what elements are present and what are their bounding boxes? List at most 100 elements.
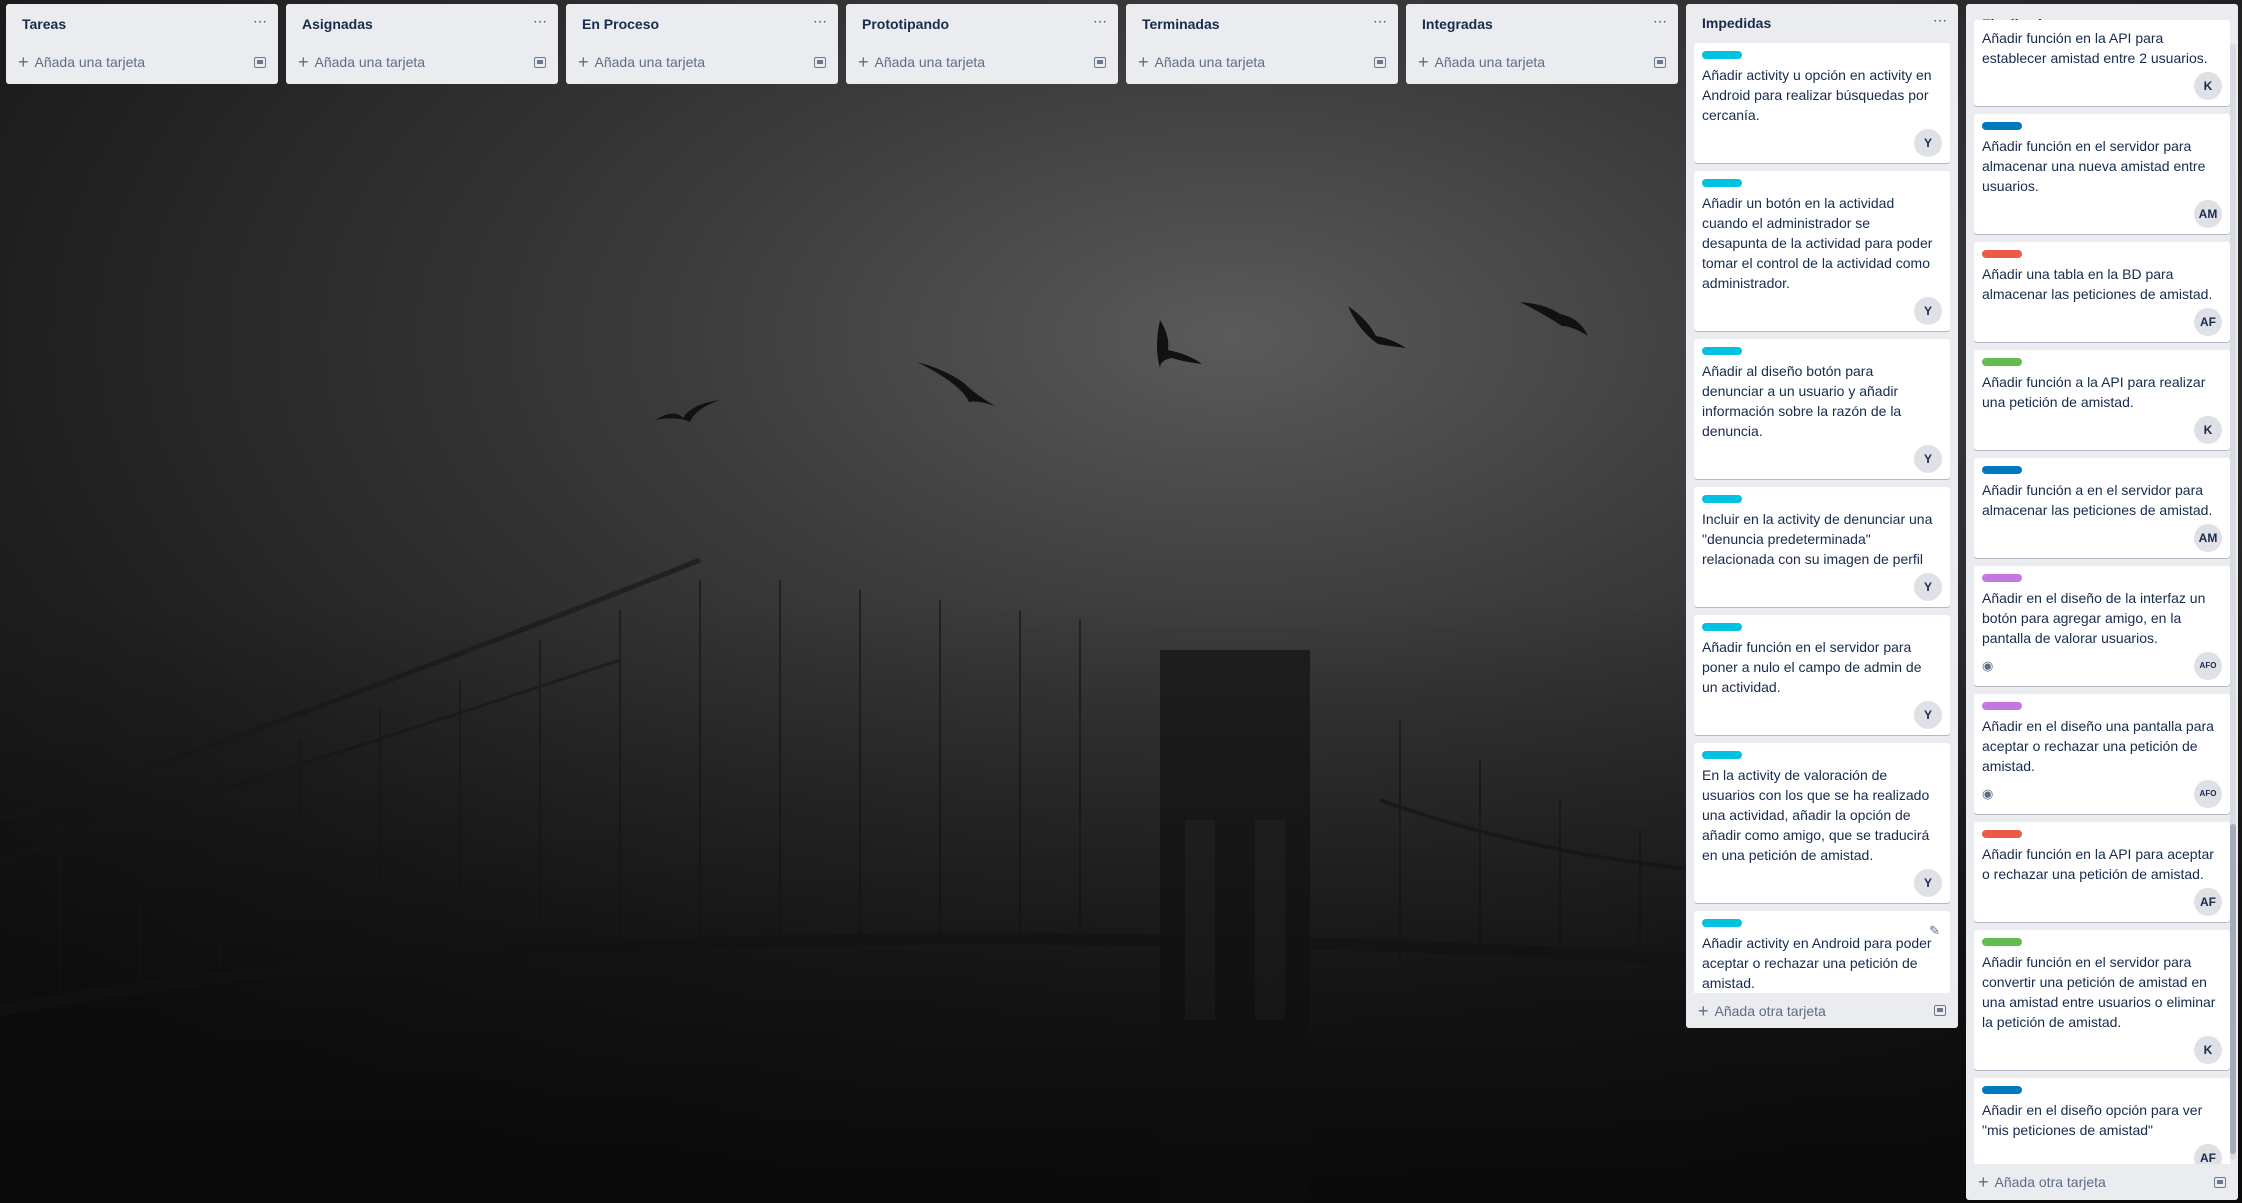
card-label[interactable] [1982, 701, 2022, 710]
member-avatar[interactable]: AFO [2194, 651, 2222, 680]
add-card-label: Añada otra tarjeta [1714, 1002, 1826, 1019]
ellipsis-icon[interactable]: ⋯ [1093, 14, 1108, 32]
add-card-button[interactable]: + Añada una tarjeta [1418, 53, 1545, 71]
add-card-button[interactable]: + Añada una tarjeta [18, 53, 145, 71]
list-impedidas[interactable]: Impedidas ⋯ Añadir activity u opción en ac… [1686, 4, 1958, 1028]
list-footer: + Añada otra tarjeta [1966, 1164, 2238, 1200]
member-avatar[interactable]: K [2194, 71, 2222, 100]
member-avatar[interactable]: Y [1914, 868, 1942, 897]
card-template-icon[interactable] [1374, 56, 1386, 68]
card[interactable]: En la activity de valoración de usuarios… [1694, 742, 1950, 903]
list-title[interactable]: Tareas [22, 16, 66, 32]
add-card-button[interactable]: + Añada otra tarjeta [1698, 1002, 1826, 1020]
card-label[interactable] [1982, 829, 2022, 838]
card-label[interactable] [1982, 357, 2022, 366]
list-asignadas[interactable]: Asignadas ⋯ + Añada una tarjeta [286, 4, 558, 84]
card-label[interactable] [1982, 465, 2022, 474]
list-title[interactable]: Prototipando [862, 16, 949, 32]
card[interactable]: Añadir función en el servidor para almac… [1974, 113, 2230, 234]
member-avatar[interactable]: AFO [2194, 779, 2222, 808]
member-avatar[interactable]: Y [1914, 700, 1942, 729]
list-footer: + Añada otra tarjeta [1686, 993, 1958, 1028]
card-title: Añadir función a en el servidor para alm… [1982, 481, 2213, 518]
card-label[interactable] [1982, 573, 2022, 582]
pencil-icon[interactable]: ✎ [1929, 923, 1940, 939]
card-label[interactable] [1702, 494, 1742, 503]
member-avatar[interactable]: Y [1914, 572, 1942, 601]
add-card-button[interactable]: + Añada una tarjeta [1138, 53, 1265, 71]
add-card-button[interactable]: + Añada una tarjeta [578, 53, 705, 71]
list-finalizadas[interactable]: Finalizadas⋯Añadir función en la API par… [1966, 4, 2238, 1200]
list-scrollbar[interactable] [2230, 44, 2236, 1160]
ellipsis-icon[interactable]: ⋯ [1933, 13, 1948, 31]
card-label[interactable] [1982, 937, 2022, 946]
ellipsis-icon[interactable]: ⋯ [1653, 14, 1668, 32]
card[interactable]: Añadir función a en el servidor para alm… [1974, 457, 2230, 558]
list-title[interactable]: Asignadas [302, 16, 373, 32]
card-template-icon[interactable] [814, 56, 826, 68]
card-title: Añadir en el diseño opción para ver "mis… [1982, 1101, 2203, 1138]
ellipsis-icon[interactable]: ⋯ [813, 14, 828, 32]
card[interactable]: Añadir función en la API para aceptar o … [1974, 821, 2230, 922]
card[interactable]: Añadir activity en Android para poder ac… [1694, 910, 1950, 994]
card-template-icon[interactable] [534, 56, 546, 68]
scrollbar-thumb[interactable] [2230, 824, 2236, 1154]
card-label[interactable] [1702, 622, 1742, 631]
card-template-icon[interactable] [1094, 56, 1106, 68]
member-avatar[interactable]: Y [1914, 444, 1942, 473]
card-badges: AM [1982, 199, 2222, 228]
list-integradas[interactable]: Integradas ⋯ + Añada una tarjeta [1406, 4, 1678, 84]
member-avatar[interactable]: K [2194, 1035, 2222, 1064]
card-label[interactable] [1702, 346, 1742, 355]
member-avatar[interactable]: AF [2194, 307, 2222, 336]
card-badges: Y [1702, 572, 1942, 601]
card-template-icon[interactable] [1654, 56, 1666, 68]
member-avatar[interactable]: AM [2194, 199, 2222, 228]
card[interactable]: Añadir en el diseño de la interfaz un bo… [1974, 565, 2230, 686]
add-card-button[interactable]: + Añada una tarjeta [858, 53, 985, 71]
card[interactable]: Añadir función a la API para realizar un… [1974, 349, 2230, 450]
member-avatar[interactable]: Y [1914, 128, 1942, 157]
card-badges: ◉ AFO [1982, 651, 2222, 680]
card[interactable]: Añadir función en la API para establecer… [1974, 19, 2230, 106]
member-avatar[interactable]: AF [2194, 887, 2222, 916]
list-terminadas[interactable]: Terminadas ⋯ + Añada una tarjeta [1126, 4, 1398, 84]
ellipsis-icon[interactable]: ⋯ [533, 14, 548, 32]
member-avatar[interactable]: AM [2194, 523, 2222, 552]
card-template-icon[interactable] [254, 56, 266, 68]
card-label[interactable] [1702, 50, 1742, 59]
list-tareas[interactable]: Tareas ⋯ + Añada una tarjeta [6, 4, 278, 84]
card-label[interactable] [1982, 121, 2022, 130]
card[interactable]: Añadir en el diseño opción para ver "mis… [1974, 1077, 2230, 1165]
card[interactable]: Añadir función en el servidor para poner… [1694, 614, 1950, 735]
card-badges: Y [1702, 868, 1942, 897]
list-title[interactable]: Integradas [1422, 16, 1493, 32]
list-en-proceso[interactable]: En Proceso ⋯ + Añada una tarjeta [566, 4, 838, 84]
list-title[interactable]: Terminadas [1142, 16, 1220, 32]
card-label[interactable] [1702, 750, 1742, 759]
card[interactable]: Incluir en la activity de denunciar una … [1694, 486, 1950, 607]
card[interactable]: Añadir activity u opción en activity en … [1694, 42, 1950, 163]
add-card-button[interactable]: + Añada una tarjeta [298, 53, 425, 71]
card[interactable]: Añadir una tabla en la BD para almacenar… [1974, 241, 2230, 342]
card-template-icon[interactable] [1934, 1005, 1946, 1017]
add-card-button[interactable]: + Añada otra tarjeta [1978, 1173, 2106, 1191]
ellipsis-icon[interactable]: ⋯ [1373, 14, 1388, 32]
member-avatar[interactable]: Y [1914, 296, 1942, 325]
eye-icon: ◉ [1982, 785, 1994, 801]
member-avatar[interactable]: AF [2194, 1143, 2222, 1165]
list-title[interactable]: En Proceso [582, 16, 659, 32]
card[interactable]: Añadir en el diseño una pantalla para ac… [1974, 693, 2230, 814]
ellipsis-icon[interactable]: ⋯ [253, 14, 268, 32]
card-label[interactable] [1702, 178, 1742, 187]
card-label[interactable] [1982, 1085, 2022, 1094]
card-template-icon[interactable] [2214, 1176, 2226, 1188]
card-label[interactable] [1982, 249, 2022, 258]
member-avatar[interactable]: K [2194, 415, 2222, 444]
list-title[interactable]: Impedidas [1702, 15, 1771, 31]
card[interactable]: Añadir un botón en la actividad cuando e… [1694, 170, 1950, 331]
card[interactable]: Añadir función en el servidor para conve… [1974, 929, 2230, 1070]
card[interactable]: Añadir al diseño botón para denunciar a … [1694, 338, 1950, 479]
list-prototipando[interactable]: Prototipando ⋯ + Añada una tarjeta [846, 4, 1118, 84]
card-label[interactable] [1702, 918, 1742, 927]
